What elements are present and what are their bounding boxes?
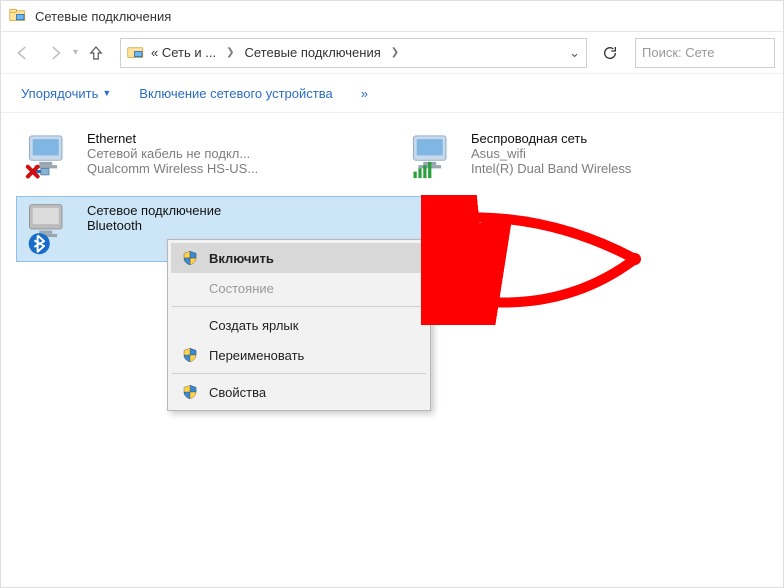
menu-separator bbox=[172, 306, 426, 307]
context-enable[interactable]: Включить bbox=[171, 243, 427, 273]
window-title: Сетевые подключения bbox=[35, 9, 171, 24]
context-create-shortcut[interactable]: Создать ярлык bbox=[171, 310, 427, 340]
connection-name-line1: Сетевое подключение bbox=[87, 203, 221, 218]
shield-icon bbox=[181, 383, 199, 401]
connection-device: Intel(R) Dual Band Wireless bbox=[471, 161, 631, 176]
toolbar-overflow-button[interactable]: » bbox=[361, 86, 368, 101]
chevron-down-icon: ▼ bbox=[102, 88, 111, 98]
bluetooth-icon bbox=[23, 203, 75, 255]
context-properties[interactable]: Свойства bbox=[171, 377, 427, 407]
context-status: Состояние bbox=[171, 273, 427, 303]
title-bar: Сетевые подключения bbox=[1, 1, 783, 31]
address-bar[interactable]: « Сеть и ... ❯ Сетевые подключения ❯ ⌄ bbox=[120, 38, 587, 68]
organize-label: Упорядочить bbox=[21, 86, 98, 101]
search-input[interactable]: Поиск: Сете bbox=[635, 38, 775, 68]
annotation-arrows bbox=[421, 195, 661, 325]
network-folder-icon bbox=[127, 44, 145, 62]
shield-icon bbox=[181, 346, 199, 364]
command-bar: Упорядочить ▼ Включение сетевого устройс… bbox=[1, 73, 783, 113]
connection-name: Беспроводная сеть bbox=[471, 131, 631, 146]
network-folder-icon bbox=[9, 7, 27, 25]
context-properties-label: Свойства bbox=[209, 385, 266, 400]
connection-status: Сетевой кабель не подкл... bbox=[87, 146, 258, 161]
menu-separator bbox=[172, 373, 426, 374]
up-button[interactable] bbox=[82, 39, 110, 67]
back-button[interactable] bbox=[9, 39, 37, 67]
forward-button[interactable] bbox=[41, 39, 69, 67]
refresh-button[interactable] bbox=[595, 38, 625, 68]
connection-item-ethernet[interactable]: Ethernet Сетевой кабель не подкл... Qual… bbox=[17, 125, 377, 189]
shield-icon bbox=[181, 249, 199, 267]
connections-pane: Ethernet Сетевой кабель не подкл... Qual… bbox=[1, 113, 783, 273]
overflow-label: » bbox=[361, 86, 368, 101]
enable-device-label: Включение сетевого устройства bbox=[139, 86, 332, 101]
context-rename[interactable]: Переименовать bbox=[171, 340, 427, 370]
breadcrumb-root[interactable]: « Сеть и ... bbox=[149, 45, 218, 60]
ethernet-icon bbox=[23, 131, 75, 183]
connection-device: Qualcomm Wireless HS-US... bbox=[87, 161, 258, 176]
connection-name: Ethernet bbox=[87, 131, 258, 146]
organize-menu[interactable]: Упорядочить ▼ bbox=[21, 86, 111, 101]
wifi-icon bbox=[407, 131, 459, 183]
context-status-label: Состояние bbox=[209, 281, 274, 296]
breadcrumb-current[interactable]: Сетевые подключения bbox=[243, 45, 383, 60]
chevron-right-icon[interactable]: ❯ bbox=[222, 47, 238, 58]
chevron-right-icon[interactable]: ❯ bbox=[387, 47, 403, 58]
address-dropdown-icon[interactable]: ⌄ bbox=[569, 45, 580, 61]
recent-dropdown-icon[interactable]: ▾ bbox=[73, 47, 78, 58]
context-shortcut-label: Создать ярлык bbox=[209, 318, 298, 333]
connection-status: Asus_wifi bbox=[471, 146, 631, 161]
context-menu: Включить Состояние Создать ярлык Переиме… bbox=[167, 239, 431, 411]
enable-device-button[interactable]: Включение сетевого устройства bbox=[139, 86, 332, 101]
nav-bar: ▾ « Сеть и ... ❯ Сетевые подключения ❯ ⌄… bbox=[1, 31, 783, 73]
connection-item-wifi[interactable]: Беспроводная сеть Asus_wifi Intel(R) Dua… bbox=[401, 125, 761, 189]
context-rename-label: Переименовать bbox=[209, 348, 304, 363]
context-enable-label: Включить bbox=[209, 251, 274, 266]
connection-name-line2: Bluetooth bbox=[87, 218, 221, 233]
